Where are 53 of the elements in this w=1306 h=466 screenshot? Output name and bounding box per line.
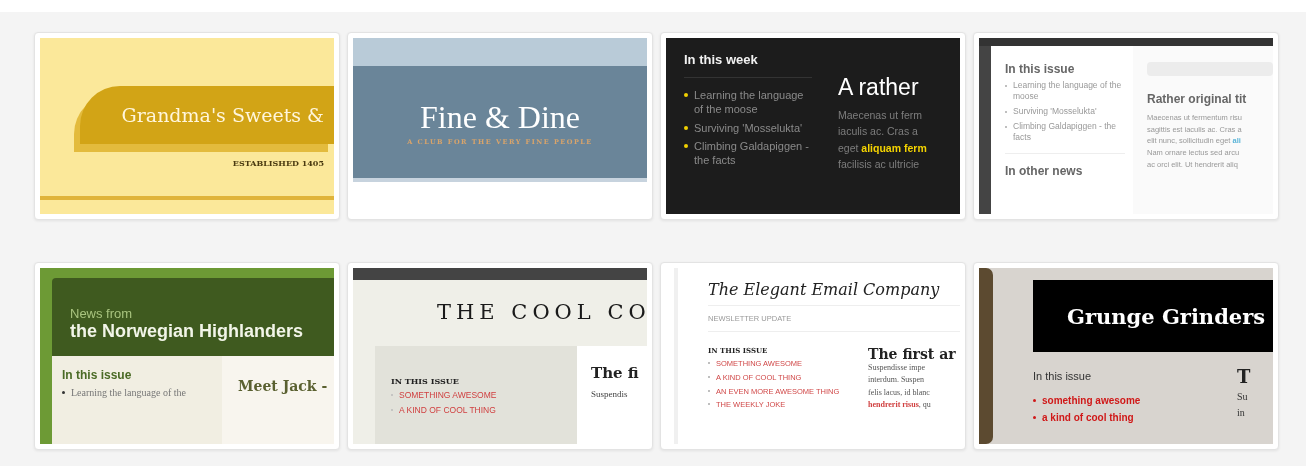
body-text: Su	[1237, 390, 1249, 404]
article-headline: T	[1237, 366, 1252, 387]
list-item[interactable]: Climbing Galdapiggen - the facts	[1013, 121, 1125, 144]
article-headline: A rather	[838, 74, 920, 101]
section-heading: In this issue	[1005, 62, 1076, 76]
list-item[interactable]: A KIND OF COOL THING	[399, 405, 496, 417]
list-item[interactable]: Learning the language of the	[71, 386, 186, 399]
list-item[interactable]: SOMETHING AWESOME	[399, 390, 497, 402]
section-heading: In this issue	[62, 368, 133, 382]
bullet-icon	[62, 391, 65, 394]
body-text: Maecenas ut ferm	[838, 108, 924, 123]
article-headline: The first ar	[868, 346, 957, 362]
bullet-icon	[684, 93, 688, 97]
list-item[interactable]: Climbing Galdapiggen - the facts	[694, 138, 812, 168]
template-card[interactable]: News from the Norwegian Highlanders In this issue Learning the language of the Meet Jack -	[34, 262, 340, 450]
newsletter-title: The Elegant Email Company	[708, 279, 941, 299]
body-text: Suspendisse impe	[868, 362, 927, 374]
body-text: iaculis ac. Cras a	[838, 124, 919, 140]
body-text: interdum. Suspen	[868, 374, 925, 387]
section-heading: IN THIS ISSUE	[391, 376, 460, 386]
body-text: hendrerit risus, qu	[868, 399, 932, 412]
newsletter-title: the Norwegian Highlanders	[70, 321, 305, 342]
bullet-icon	[684, 125, 688, 130]
eyebrow-text: News from	[70, 306, 134, 321]
body-text: facilisis ac ultricie	[838, 156, 921, 172]
template-card[interactable]: THE COOL CO IN THIS ISSUE SOMETHING AWESOME A KIND OF COOL THING The fi Suspendis	[347, 262, 653, 450]
list-item[interactable]: Learning the language of the moose	[1013, 80, 1125, 103]
article-headline: Meet Jack -	[238, 378, 329, 394]
template-card[interactable]: Grunge Grinders In this issue something awesome a kind of cool thing T Su in	[973, 262, 1279, 450]
section-heading: In this week	[684, 52, 759, 67]
template-card[interactable]: In this week Learning the language of the moose Surviving 'Mosselukta' Climbing Galdapiggen - the facts A rather Maecenas ut ferm iaculis ac. Cras a eget aliquam ferm facilisis ac ultricie	[660, 32, 966, 220]
newsletter-title: Grandma's Sweets &	[121, 104, 324, 126]
body-text: felis lacus, id blanc	[868, 386, 931, 399]
bullet-icon	[684, 143, 688, 148]
tagline: ESTABLISHED 1405	[231, 157, 325, 168]
list-item[interactable]: Surviving 'Mosselukta'	[694, 120, 803, 135]
newsletter-title: Grunge Grinders	[1067, 303, 1266, 329]
list-item[interactable]: something awesome	[1042, 394, 1141, 407]
article-headline: Rather original tit	[1147, 92, 1248, 106]
list-item[interactable]: a kind of cool thing	[1042, 411, 1134, 424]
body-text: in	[1237, 405, 1246, 420]
section-heading: In other news	[1005, 164, 1084, 179]
bullet-icon	[1033, 399, 1036, 402]
body-text: Suspendis	[591, 388, 629, 401]
list-item[interactable]: Learning the language of the moose	[694, 88, 812, 117]
body-text: eget aliquam ferm	[838, 140, 928, 156]
list-item[interactable]: Surviving 'Mosselukta'	[1013, 106, 1097, 118]
article-headline: The fi	[591, 364, 640, 382]
section-heading: In this issue	[1033, 370, 1093, 382]
newsletter-title: THE COOL CO	[436, 299, 647, 326]
newsletter-title: Fine & Dine	[420, 98, 580, 136]
template-card[interactable]: Grandma's Sweets & ESTABLISHED 1405	[34, 32, 340, 220]
bullet-icon	[1033, 416, 1036, 419]
